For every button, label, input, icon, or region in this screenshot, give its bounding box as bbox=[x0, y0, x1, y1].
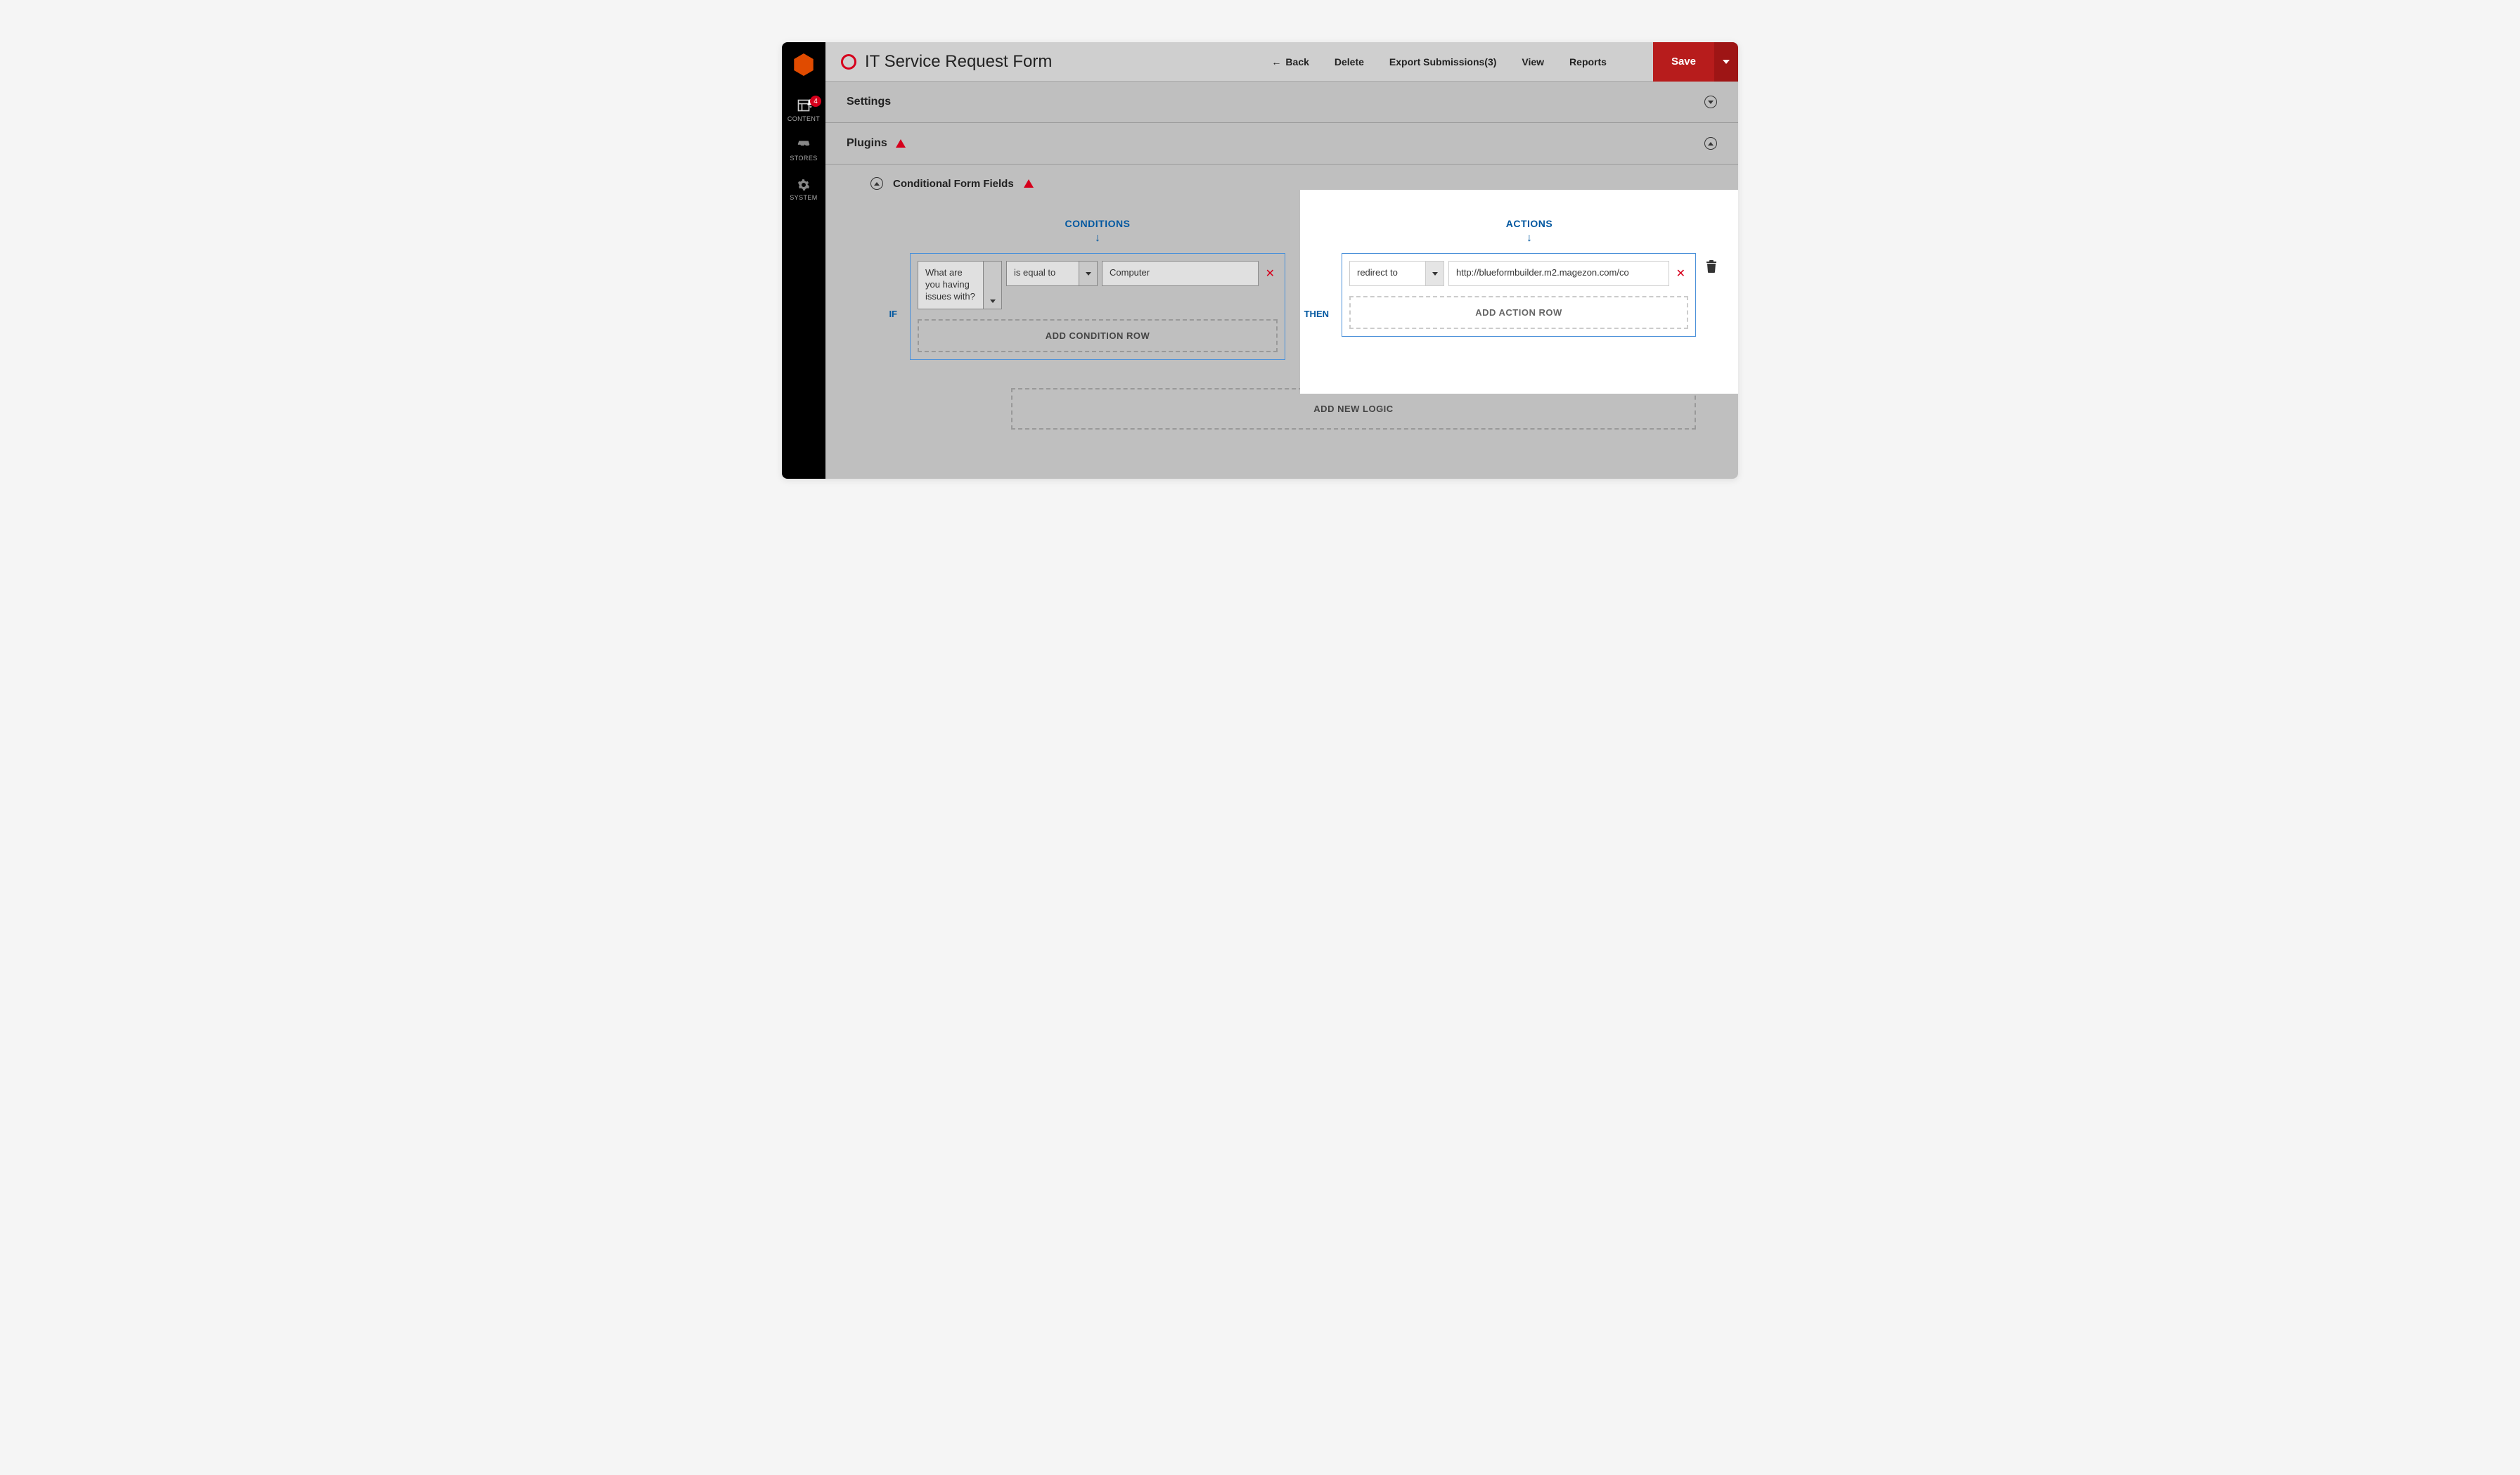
action-row: redirect to http://blueformbuilder.m2.ma… bbox=[1349, 261, 1688, 286]
save-dropdown[interactable] bbox=[1714, 42, 1738, 82]
sidebar-item-content[interactable]: 4 CONTENT bbox=[782, 98, 825, 122]
add-logic-wrap: ADD NEW LOGIC bbox=[870, 388, 1717, 451]
sidebar: 4 CONTENT STORES SYSTEM bbox=[782, 42, 825, 479]
back-arrow-icon: ← bbox=[1271, 56, 1281, 67]
condition-field-select[interactable]: What are you having issues with? bbox=[918, 261, 1002, 309]
conditional-label: Conditional Form Fields bbox=[893, 178, 1014, 190]
condition-operator-select[interactable]: is equal to bbox=[1006, 261, 1098, 286]
chevron-down-icon[interactable] bbox=[1704, 96, 1717, 108]
remove-action-button[interactable]: ✕ bbox=[1673, 261, 1688, 286]
arrow-down-icon: ↓ bbox=[1095, 232, 1100, 245]
topbar: IT Service Request Form ← Back Delete Ex… bbox=[825, 42, 1738, 82]
condition-operator-value: is equal to bbox=[1007, 262, 1079, 285]
notification-badge: 4 bbox=[810, 96, 821, 107]
back-label: Back bbox=[1285, 56, 1309, 67]
add-condition-button[interactable]: ADD CONDITION ROW bbox=[918, 319, 1278, 352]
stores-icon bbox=[797, 139, 811, 152]
dropdown-icon[interactable] bbox=[983, 262, 1001, 309]
delete-logic-button[interactable] bbox=[1703, 253, 1717, 273]
condition-value-input[interactable]: Computer bbox=[1102, 261, 1259, 286]
page-title: IT Service Request Form bbox=[865, 52, 1052, 72]
warning-icon bbox=[896, 139, 906, 148]
chevron-up-icon[interactable] bbox=[1704, 137, 1717, 150]
action-type-value: redirect to bbox=[1350, 262, 1425, 285]
action-type-select[interactable]: redirect to bbox=[1349, 261, 1444, 286]
add-action-button[interactable]: ADD ACTION ROW bbox=[1349, 296, 1688, 329]
chevron-down-icon bbox=[1723, 60, 1730, 64]
topbar-actions: ← Back Delete Export Submissions(3) View… bbox=[1271, 42, 1738, 82]
actions-heading: ACTIONS bbox=[1506, 218, 1553, 229]
page-title-wrap: IT Service Request Form bbox=[841, 52, 1271, 72]
dropdown-icon[interactable] bbox=[1425, 262, 1444, 285]
add-logic-button[interactable]: ADD NEW LOGIC bbox=[1011, 388, 1696, 430]
panel-settings-title: Settings bbox=[847, 96, 891, 108]
main-content: IT Service Request Form ← Back Delete Ex… bbox=[825, 42, 1738, 479]
conditions-block: What are you having issues with? is equa… bbox=[910, 253, 1285, 360]
then-label: THEN bbox=[1298, 258, 1329, 319]
condition-field-value: What are you having issues with? bbox=[918, 262, 983, 309]
view-button[interactable]: View bbox=[1522, 56, 1544, 67]
action-value-input[interactable]: http://blueformbuilder.m2.magezon.com/co bbox=[1448, 261, 1669, 286]
conditions-column: CONDITIONS ↓ What are you having issues … bbox=[910, 218, 1285, 360]
condition-row: What are you having issues with? is equa… bbox=[918, 261, 1278, 309]
sidebar-item-label: SYSTEM bbox=[790, 194, 817, 201]
delete-button[interactable]: Delete bbox=[1335, 56, 1364, 67]
if-label: IF bbox=[870, 258, 897, 319]
dropdown-icon[interactable] bbox=[1079, 262, 1097, 285]
panel-plugins-title: Plugins bbox=[847, 137, 906, 150]
content-area: Settings Plugins Conditional Form Fi bbox=[825, 82, 1738, 479]
sidebar-item-label: CONTENT bbox=[788, 115, 820, 122]
reports-button[interactable]: Reports bbox=[1569, 56, 1607, 67]
logic-area: IF CONDITIONS ↓ What are you having issu… bbox=[825, 197, 1738, 479]
warning-icon bbox=[1024, 179, 1034, 188]
gear-icon bbox=[797, 179, 810, 191]
remove-condition-button[interactable]: ✕ bbox=[1263, 261, 1278, 286]
actions-block: redirect to http://blueformbuilder.m2.ma… bbox=[1342, 253, 1696, 337]
sidebar-item-stores[interactable]: STORES bbox=[782, 139, 825, 162]
chevron-up-icon[interactable] bbox=[870, 177, 883, 190]
magento-logo[interactable] bbox=[794, 53, 814, 76]
actions-column: ACTIONS ↓ redirect to http://blueformbui… bbox=[1342, 218, 1717, 337]
export-button[interactable]: Export Submissions(3) bbox=[1389, 56, 1496, 67]
sidebar-item-label: STORES bbox=[790, 155, 817, 162]
save-button[interactable]: Save bbox=[1653, 42, 1714, 82]
sidebar-item-system[interactable]: SYSTEM bbox=[782, 179, 825, 201]
arrow-down-icon: ↓ bbox=[1526, 232, 1532, 245]
plugins-label: Plugins bbox=[847, 137, 887, 150]
save-button-group: Save bbox=[1653, 42, 1738, 82]
panel-plugins[interactable]: Plugins bbox=[825, 123, 1738, 165]
conditions-heading: CONDITIONS bbox=[1065, 218, 1131, 229]
panel-settings[interactable]: Settings bbox=[825, 82, 1738, 123]
title-circle-icon bbox=[841, 54, 856, 70]
back-button[interactable]: ← Back bbox=[1271, 56, 1309, 67]
app-window: 4 CONTENT STORES SYSTEM IT Service Reque… bbox=[782, 42, 1738, 479]
